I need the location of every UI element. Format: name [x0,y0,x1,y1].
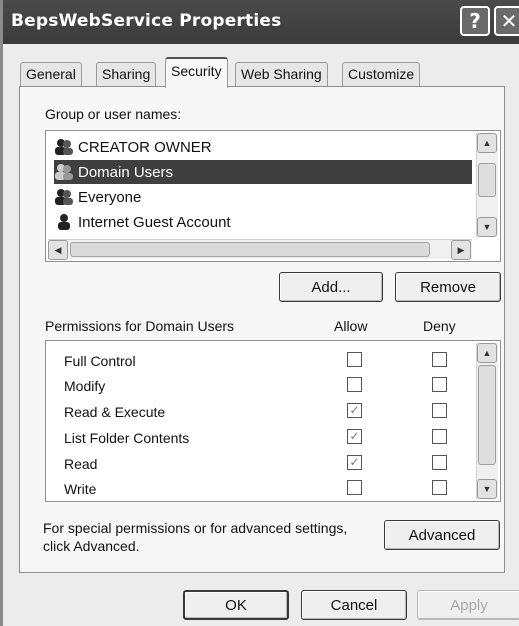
permissions-vertical-scrollbar[interactable]: ▲ ▼ [476,343,498,499]
user-name: CREATOR OWNER [78,138,212,156]
checkmark-icon: ✓ [349,429,360,443]
scroll-right-button[interactable]: ▶ [451,240,471,260]
checkmark-icon: ✓ [349,455,360,469]
permission-row: Full Control [46,349,476,375]
group-icon [55,189,73,205]
list-item[interactable]: CREATOR OWNER [54,135,472,159]
permission-row: List Folder Contents ✓ [46,426,476,452]
deny-checkbox[interactable] [432,377,447,392]
user-name: Everyone [78,188,142,206]
close-button[interactable]: ✕ [494,6,519,36]
user-name: Internet Guest Account [78,213,231,231]
user-list-horizontal-scrollbar[interactable]: ◀ ▶ [48,239,472,260]
list-item[interactable]: Everyone [54,185,472,209]
chevron-up-icon: ▲ [482,138,492,148]
deny-checkbox[interactable] [432,429,447,444]
chevron-down-icon: ▼ [482,222,492,232]
list-item[interactable]: Domain Users [54,160,472,184]
deny-checkbox[interactable] [432,403,447,418]
permission-name: Modify [64,378,106,394]
scroll-up-button[interactable]: ▲ [477,133,497,153]
deny-checkbox[interactable] [432,455,447,470]
checkmark-icon: ✓ [349,403,360,417]
close-icon: ✕ [500,9,518,33]
apply-button[interactable]: Apply [417,590,519,620]
list-item[interactable]: Internet Guest Account [54,210,472,234]
advanced-button[interactable]: Advanced [384,520,500,550]
advanced-hint-line-2: click Advanced. [43,538,140,554]
group-names-label: Group or user names: [45,106,182,122]
tab-customize[interactable]: Customize [342,62,421,86]
deny-checkbox[interactable] [432,352,447,367]
permission-name: Read & Execute [64,404,166,420]
scroll-down-button[interactable]: ▼ [477,479,497,499]
permission-row: Read & Execute ✓ [46,400,476,426]
group-icon [55,164,73,180]
permissions-header: Permissions for Domain Users [45,318,235,334]
advanced-hint-line-1: For special permissions or for advanced … [43,520,348,536]
permission-name: Write [64,481,97,497]
chevron-right-icon: ▶ [457,244,465,255]
permission-row: Modify [46,374,476,400]
chevron-up-icon: ▲ [482,348,492,358]
scroll-thumb[interactable] [478,365,496,465]
scroll-up-button[interactable]: ▲ [477,343,497,363]
permission-name: Full Control [64,353,136,369]
help-button[interactable]: ? [460,6,490,36]
allow-checkbox[interactable] [347,377,362,392]
user-list[interactable]: CREATOR OWNER Domain Users Everyone Inte… [45,130,501,262]
allow-checkbox[interactable] [347,352,362,367]
title-bar[interactable]: BepsWebService Properties ? ✕ [3,0,519,44]
permissions-list: Full Control Modify Read & Execute ✓ Lis… [45,340,501,502]
remove-button[interactable]: Remove [395,272,501,302]
cancel-button[interactable]: Cancel [301,590,407,620]
tab-web-sharing[interactable]: Web Sharing [235,62,328,86]
allow-checkbox[interactable]: ✓ [347,455,362,470]
tab-general[interactable]: General [20,62,82,86]
allow-column-header: Allow [334,318,368,334]
tab-sharing[interactable]: Sharing [96,62,157,86]
help-icon: ? [469,9,481,33]
add-button[interactable]: Add... [279,272,383,302]
permission-row: Read ✓ [46,452,476,478]
scroll-down-button[interactable]: ▼ [477,217,497,237]
user-name: Domain Users [78,163,174,181]
permission-row: Write [46,477,476,501]
allow-checkbox[interactable]: ✓ [347,429,362,444]
allow-checkbox[interactable] [347,480,362,495]
ok-button[interactable]: OK [183,590,289,620]
group-icon [55,139,73,155]
user-icon [58,214,70,230]
deny-checkbox[interactable] [432,480,447,495]
horizontal-scroll-thumb[interactable] [70,242,430,257]
permission-name: List Folder Contents [64,430,190,446]
properties-dialog: BepsWebService Properties ? ✕ General Sh… [0,0,519,626]
chevron-down-icon: ▼ [482,484,492,494]
deny-column-header: Deny [423,318,456,334]
user-list-vertical-scrollbar[interactable]: ▲ ▼ [476,133,498,237]
tab-security[interactable]: Security [165,57,228,88]
scroll-left-button[interactable]: ◀ [48,240,68,260]
chevron-left-icon: ◀ [54,244,62,255]
permission-name: Read [64,456,98,472]
window-title: BepsWebService Properties [11,11,282,31]
scroll-thumb[interactable] [478,163,496,197]
allow-checkbox[interactable]: ✓ [347,403,362,418]
